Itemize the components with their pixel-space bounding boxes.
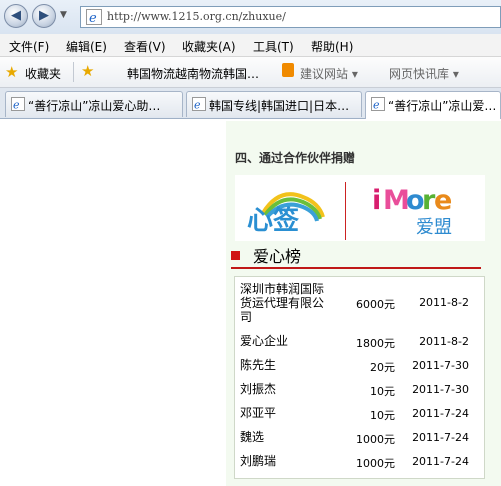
tab-3-active[interactable]: e “善行凉山”凉山爱… <box>365 91 501 119</box>
tab-2[interactable]: e 韩国专线|韩国进口|日本… <box>186 91 362 117</box>
svg-text:e: e <box>194 99 201 112</box>
favorite-link[interactable]: 韩国物流越南物流韩国… <box>127 65 259 82</box>
donor-name: 爱心企业 <box>240 334 289 348</box>
donor-amount: 20元 <box>370 361 395 374</box>
donor-name: 邓亚平 <box>240 406 277 420</box>
svg-text:e: e <box>434 185 452 216</box>
star-icon: ★ <box>5 63 19 81</box>
menu-help[interactable]: 帮助(H) <box>311 38 353 55</box>
suggested-sites-button[interactable]: 建议网站 ▾ <box>300 65 358 82</box>
suggested-sites-icon <box>282 63 294 77</box>
section-title: 四、通过合作伙伴捐赠 <box>235 151 356 165</box>
favorites-button[interactable]: 收藏夹 <box>25 65 61 82</box>
svg-text:心签: 心签 <box>247 205 300 235</box>
donor-date: 2011-8-2 <box>419 335 469 348</box>
tab-bar: e “善行凉山”凉山爱心助… e 韩国专线|韩国进口|日本… e “善行凉山”凉… <box>0 88 501 119</box>
donor-date: 2011-7-24 <box>412 431 469 444</box>
menu-favorites[interactable]: 收藏夹(A) <box>182 38 236 55</box>
title-underline <box>231 267 481 269</box>
rank-title: 爱心榜 <box>253 247 302 266</box>
donor-date: 2011-7-30 <box>412 383 469 396</box>
svg-text:e: e <box>373 99 380 112</box>
donor-date: 2011-7-24 <box>412 455 469 468</box>
donor-name: 深圳市韩润国际货运代理有限公司 <box>240 282 325 324</box>
url-text: http://www.1215.org.cn/zhuxue/ <box>107 10 286 23</box>
donor-name: 魏选 <box>240 430 265 444</box>
arrow-left-icon: ◀ <box>11 8 21 23</box>
imore-subtitle: 爱盟 <box>416 217 452 237</box>
donor-name: 陈先生 <box>240 358 277 372</box>
recent-pages-dropdown[interactable]: ▼ <box>60 10 67 20</box>
donor-name: 刘鹏瑞 <box>240 454 277 468</box>
tab-1[interactable]: e “善行凉山”凉山爱心助… <box>5 91 183 117</box>
ie-icon: e <box>86 9 102 25</box>
logo-divider <box>345 182 346 240</box>
tab-label: 韩国专线|韩国进口|日本… <box>209 99 350 113</box>
page-icon: e <box>192 97 206 111</box>
donor-amount: 10元 <box>370 385 395 398</box>
xinyi-logo[interactable]: 心签 <box>245 183 329 235</box>
address-bar: ◀ ▶ ▼ e http://www.1215.org.cn/zhuxue/ <box>0 0 501 34</box>
donor-name: 刘振杰 <box>240 382 277 396</box>
tab-label: “善行凉山”凉山爱心助… <box>28 99 161 113</box>
menu-bar: 文件(F) 编辑(E) 查看(V) 收藏夹(A) 工具(T) 帮助(H) <box>0 34 501 57</box>
donor-amount: 1800元 <box>356 337 395 350</box>
separator <box>73 62 74 82</box>
title-marker <box>231 251 240 260</box>
web-slice-gallery-button[interactable]: 网页快讯库 ▾ <box>389 65 459 82</box>
svg-text:e: e <box>13 99 20 112</box>
donor-amount: 1000元 <box>356 433 395 446</box>
imore-logo[interactable]: i M o r e 爱盟 <box>368 181 458 237</box>
donor-amount: 6000元 <box>356 298 395 311</box>
menu-tools[interactable]: 工具(T) <box>253 38 294 55</box>
page-icon: e <box>371 97 385 111</box>
donor-date: 2011-7-30 <box>412 359 469 372</box>
back-button[interactable]: ◀ <box>4 4 28 28</box>
svg-text:e: e <box>89 11 97 25</box>
donor-date: 2011-7-24 <box>412 407 469 420</box>
donor-date: 2011-8-2 <box>419 296 469 309</box>
add-favorite-icon[interactable]: ★ <box>81 62 94 80</box>
menu-edit[interactable]: 编辑(E) <box>66 38 107 55</box>
page-icon: e <box>11 97 25 111</box>
arrow-right-icon: ▶ <box>39 8 49 23</box>
url-field[interactable]: e http://www.1215.org.cn/zhuxue/ <box>80 6 501 28</box>
menu-view[interactable]: 查看(V) <box>124 38 166 55</box>
donor-list: 深圳市韩润国际货运代理有限公司 6000元 2011-8-2 爱心企业 1800… <box>234 276 485 479</box>
menu-file[interactable]: 文件(F) <box>9 38 49 55</box>
donor-amount: 10元 <box>370 409 395 422</box>
forward-button[interactable]: ▶ <box>32 4 56 28</box>
donor-amount: 1000元 <box>356 457 395 470</box>
tab-label: “善行凉山”凉山爱… <box>388 99 497 113</box>
favorites-bar: ★ 收藏夹 ★ e 韩国物流越南物流韩国… 建议网站 ▾ e 网页快讯库 ▾ <box>0 57 501 135</box>
svg-text:i: i <box>372 185 381 216</box>
